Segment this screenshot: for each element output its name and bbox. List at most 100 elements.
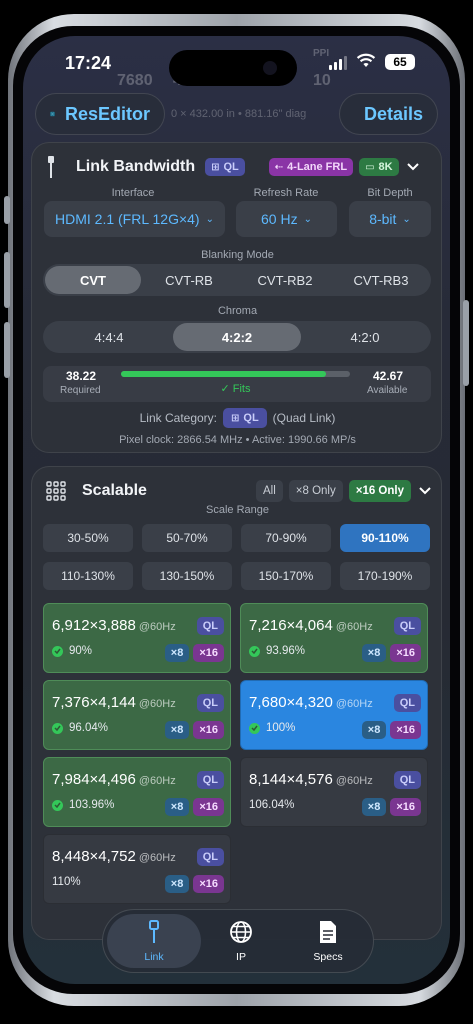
checkmark-icon: [52, 799, 63, 811]
resolution-value: 6,912×3,888 @60Hz: [52, 617, 176, 634]
document-icon: [318, 920, 338, 947]
scale-percent: 103.96%: [52, 799, 114, 811]
scale-range-chip[interactable]: 90-110%: [340, 524, 430, 552]
battery-indicator: 65: [385, 54, 415, 70]
scale-range-chip[interactable]: 130-150%: [142, 562, 232, 590]
x8-badge: ×8: [361, 721, 387, 739]
x8-badge: ×8: [164, 798, 190, 816]
chroma-option[interactable]: 4:2:0: [301, 323, 429, 351]
x16-badge: ×16: [193, 798, 224, 816]
refresh-hz: @60Hz: [335, 698, 373, 710]
scale-percent: 106.04%: [249, 799, 294, 811]
x8-badge: ×8: [164, 875, 190, 893]
ql-badge: QL: [196, 848, 224, 866]
resolution-card[interactable]: 8,448×4,752 @60Hz QL 110% ×8 ×16: [43, 834, 231, 904]
blanking-option[interactable]: CVT-RB: [141, 266, 237, 294]
8k-badge-label: 8K: [378, 161, 393, 173]
details-label: Details: [364, 103, 424, 124]
scale-percent: 90%: [52, 645, 92, 657]
scale-range-label: Scale Range: [206, 504, 269, 516]
scale-tags: ×8 ×16: [361, 798, 421, 816]
bit-depth-select[interactable]: 8-bit ⌄: [349, 201, 431, 237]
x16-badge: ×16: [193, 644, 224, 662]
x16-badge: ×16: [390, 798, 421, 816]
ql-badge: QL: [196, 617, 224, 635]
refresh-hz: @60Hz: [138, 621, 176, 633]
tab-link[interactable]: Link: [107, 914, 201, 968]
resolution-value: 8,144×4,576 @60Hz: [249, 771, 373, 788]
scale-tags: ×8 ×16: [164, 721, 224, 739]
resolution-card[interactable]: 6,912×3,888 @60Hz QL 90% ×8 ×16: [43, 603, 231, 673]
resolution-card[interactable]: 7,680×4,320 @60Hz QL 100% ×8 ×16: [240, 680, 428, 750]
refresh-rate-select[interactable]: 60 Hz ⌄: [236, 201, 337, 237]
tab-specs[interactable]: Specs: [281, 914, 375, 968]
details-button[interactable]: Details: [339, 93, 438, 135]
scalable-filters: All ×8 Only ×16 Only: [250, 480, 411, 502]
link-cable-icon: [147, 919, 161, 947]
app-logo-icon: [50, 111, 55, 117]
scale-percent-text: 110%: [52, 876, 81, 888]
scale-range-chip[interactable]: 30-50%: [43, 524, 133, 552]
resolution-value: 8,448×4,752 @60Hz: [52, 848, 176, 865]
resolution-card[interactable]: 7,984×4,496 @60Hz QL 103.96% ×8 ×16: [43, 757, 231, 827]
x16-badge: ×16: [193, 875, 224, 893]
resolution-card[interactable]: 8,144×4,576 @60Hz QL 106.04% ×8 ×16: [240, 757, 428, 827]
resolution-text: 8,144×4,576: [249, 771, 333, 788]
filter-button[interactable]: ×16 Only: [348, 480, 411, 502]
blanking-option[interactable]: CVT: [45, 266, 141, 294]
scale-range-chip[interactable]: 50-70%: [142, 524, 232, 552]
ghost-ppi-value: 10: [313, 72, 331, 89]
ql-badge: ⊞ QL: [205, 158, 245, 176]
app-title: ResEditor: [64, 103, 150, 124]
x16-badge: ×16: [193, 721, 224, 739]
blanking-mode-segmented[interactable]: CVT CVT-RB CVT-RB2 CVT-RB3: [43, 264, 431, 296]
resolution-card[interactable]: 7,376×4,144 @60Hz QL 96.04% ×8 ×16: [43, 680, 231, 750]
blanking-option[interactable]: CVT-RB2: [237, 266, 333, 294]
interface-select[interactable]: HDMI 2.1 (FRL 12G×4) ⌄: [44, 201, 225, 237]
chroma-option[interactable]: 4:2:2: [173, 323, 301, 351]
scale-range-chip[interactable]: 70-90%: [241, 524, 331, 552]
chroma-option[interactable]: 4:4:4: [45, 323, 173, 351]
filter-button[interactable]: All: [256, 480, 283, 502]
resolution-text: 7,984×4,496: [52, 771, 136, 788]
tab-label: IP: [236, 950, 246, 963]
globe-icon: [229, 920, 253, 947]
link-bandwidth-header[interactable]: Link Bandwidth ⊞ QL ⇠ 4-Lane FRL ▭ 8K: [46, 155, 431, 179]
chevron-down-icon[interactable]: [419, 487, 431, 495]
scale-tags: ×8 ×16: [164, 644, 224, 662]
scale-range-chip[interactable]: 150-170%: [241, 562, 331, 590]
scale-percent: 100%: [249, 722, 295, 734]
interface-value: HDMI 2.1 (FRL 12G×4): [55, 211, 200, 227]
resolution-card[interactable]: 7,216×4,064 @60Hz QL 93.96% ×8 ×16: [240, 603, 428, 673]
x16-badge: ×16: [390, 644, 421, 662]
bandwidth-meter: 38.22 Required ✓ Fits 42.67 Available: [43, 366, 431, 402]
app-title-button[interactable]: ResEditor: [35, 93, 165, 135]
grid-icon: ⊞: [211, 161, 220, 173]
ql-badge: QL: [196, 771, 224, 789]
refresh-hz: @60Hz: [138, 698, 176, 710]
grid-dots-icon: [46, 481, 66, 501]
bandwidth-progress-bar: [121, 371, 350, 377]
scalable-header[interactable]: Scalable All ×8 Only ×16 Only: [46, 479, 431, 503]
ql-badge: QL: [196, 694, 224, 712]
tab-ip[interactable]: IP: [194, 914, 288, 968]
scale-range-chip[interactable]: 110-130%: [43, 562, 133, 590]
required-value: 38.22: [66, 369, 97, 383]
chroma-segmented[interactable]: 4:4:4 4:2:2 4:2:0: [43, 321, 431, 353]
checkmark-icon: [249, 722, 260, 734]
bandwidth-progress-fill: [121, 371, 327, 377]
filter-button[interactable]: ×8 Only: [288, 480, 343, 502]
refresh-hz: @60Hz: [138, 852, 176, 864]
status-time: 17:24: [65, 53, 112, 73]
available-value: 42.67: [373, 369, 404, 383]
scale-range-chip[interactable]: 170-190%: [340, 562, 430, 590]
link-category-label: Link Category:: [139, 411, 217, 425]
refresh-hz: @60Hz: [138, 775, 176, 787]
x16-badge: ×16: [390, 721, 421, 739]
interface-label: Interface: [111, 187, 155, 199]
scale-percent-text: 100%: [266, 722, 296, 734]
ghost-ppi-label: PPI: [313, 48, 330, 59]
chevron-down-icon[interactable]: [406, 163, 419, 171]
x8-badge: ×8: [361, 644, 387, 662]
blanking-option[interactable]: CVT-RB3: [333, 266, 429, 294]
